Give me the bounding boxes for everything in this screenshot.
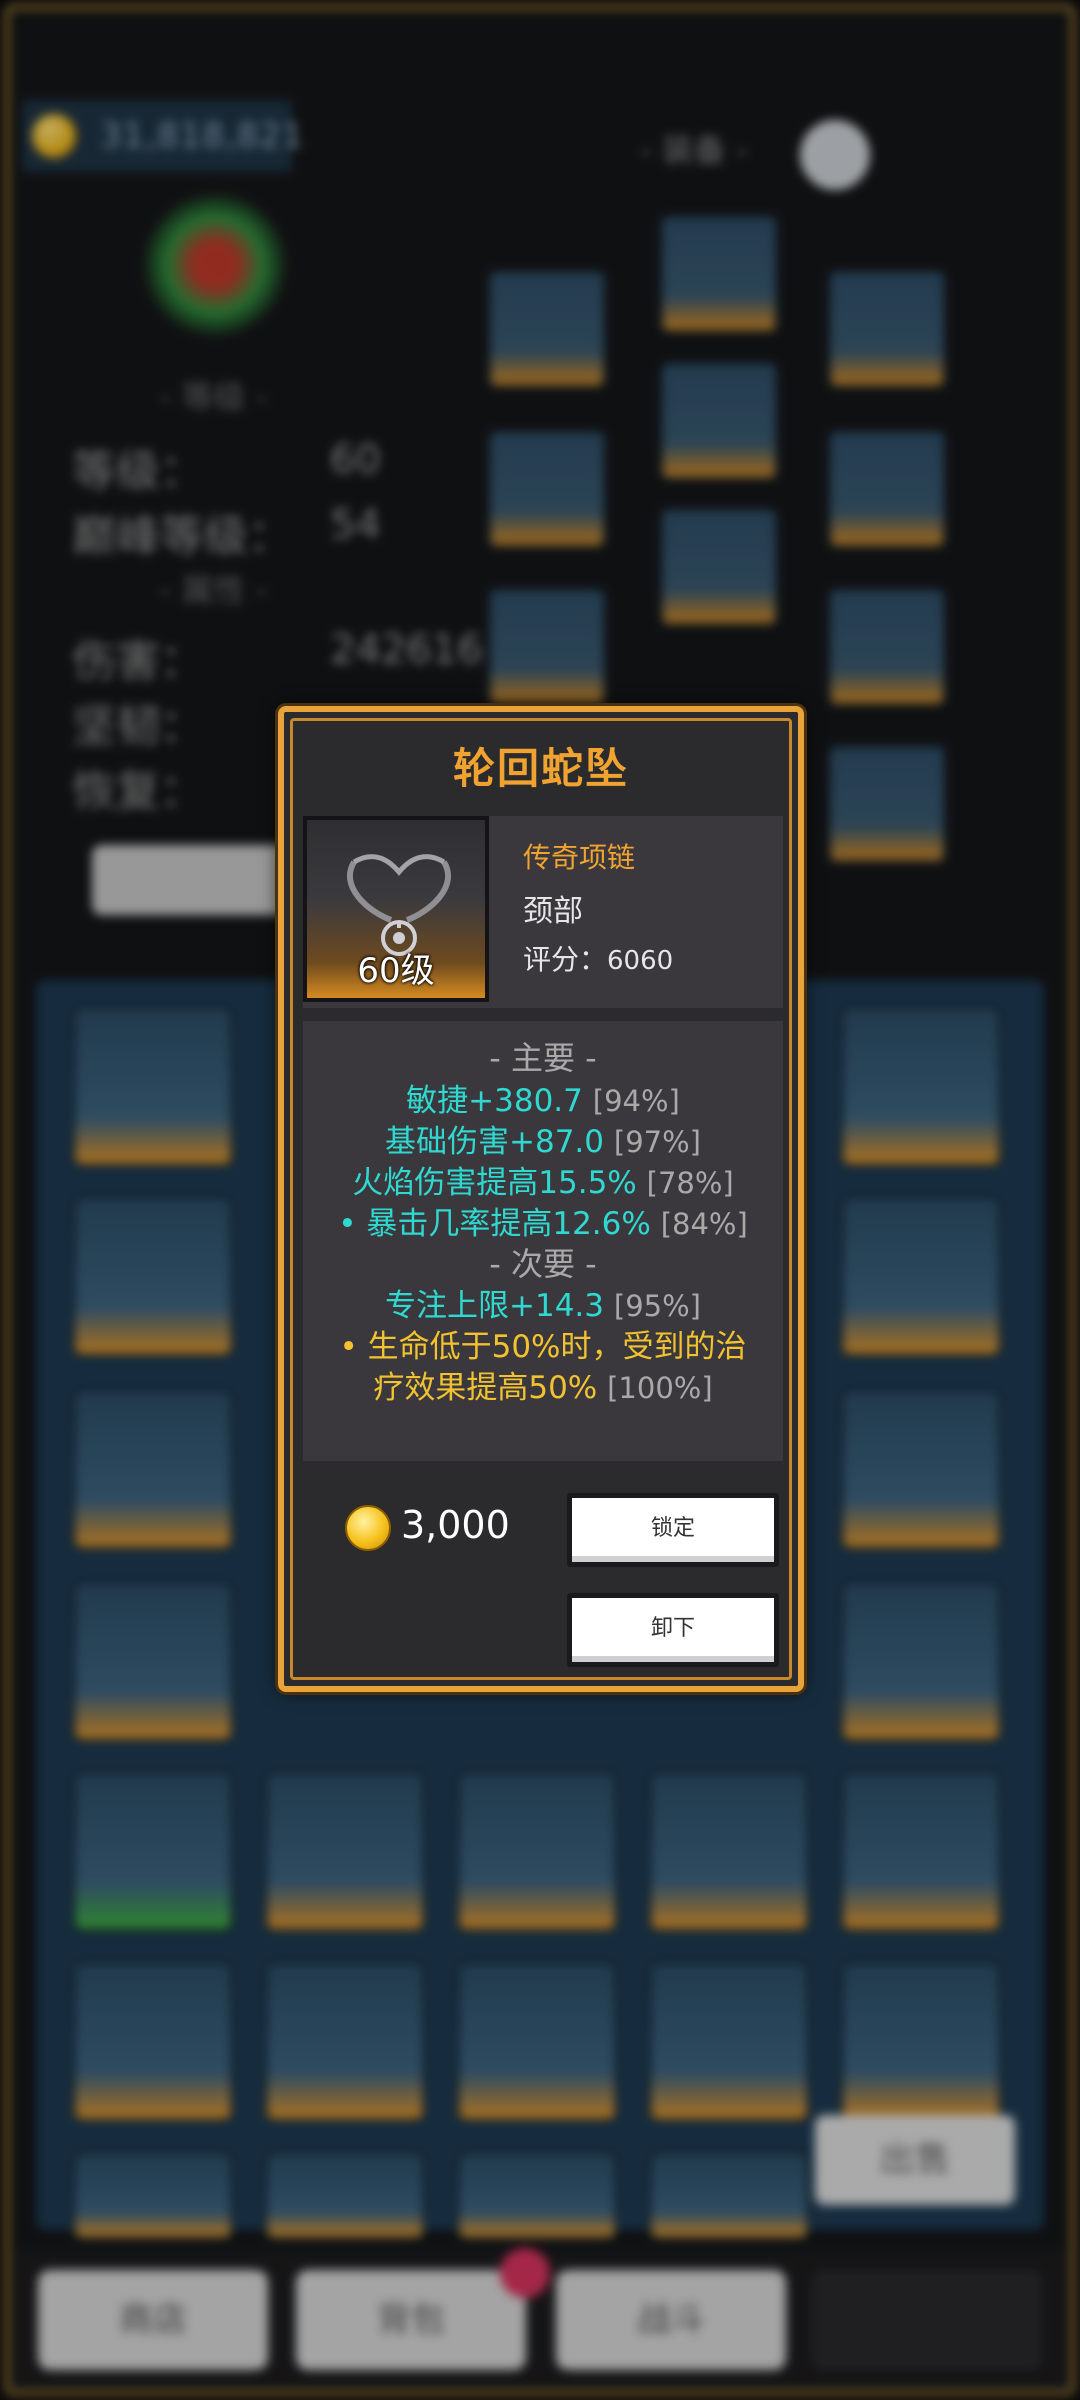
lock-button[interactable]: 锁定 <box>567 1493 779 1567</box>
primary-stat-crit-chance: • 暴击几率提高12.6% [84%] <box>303 1198 783 1243</box>
item-score: 评分：6060 <box>523 938 673 978</box>
stat-text: 疗效果提高50% <box>373 1370 598 1406</box>
stat-roll: [100%] <box>607 1371 713 1405</box>
secondary-stat-heal-line2: 疗效果提高50% [100%] <box>303 1362 783 1407</box>
item-stats: - 主要 - 敏捷+380.7 [94%] 基础伤害+87.0 [97%] 火焰… <box>303 1021 783 1461</box>
secondary-header: - 次要 - <box>489 1245 597 1283</box>
stat-roll: [95%] <box>613 1289 701 1323</box>
score-label: 评分： <box>523 943 608 976</box>
score-value: 6060 <box>607 946 674 976</box>
popup-inner-frame: 轮回蛇坠 60级 传奇项链 颈部 评分：6060 - 主要 - 敏捷+380.7… <box>290 718 792 1680</box>
primary-stat-fire-damage: 火焰伤害提高15.5% [78%] <box>303 1157 783 1202</box>
secondary-stat-focus: 专注上限+14.3 [95%] <box>303 1280 783 1325</box>
primary-stat-base-damage: 基础伤害+87.0 [97%] <box>303 1116 783 1161</box>
stat-text: • 暴击几率提高12.6% <box>338 1206 651 1242</box>
primary-stat-agility: 敏捷+380.7 [94%] <box>303 1075 783 1120</box>
item-detail-popup: 轮回蛇坠 60级 传奇项链 颈部 评分：6060 - 主要 - 敏捷+380.7… <box>278 706 804 1692</box>
stat-text: 火焰伤害提高15.5% <box>352 1165 637 1201</box>
stat-roll: [84%] <box>660 1207 748 1241</box>
item-level: 60级 <box>357 951 435 991</box>
item-actions: 3,000 锁定 卸下 <box>303 1463 783 1675</box>
item-name: 轮回蛇坠 <box>452 744 629 793</box>
stat-roll: [97%] <box>613 1125 701 1159</box>
secondary-stat-heal-line1: • 生命低于50%时，受到的治 <box>303 1321 783 1366</box>
gold-coin-icon <box>345 1505 391 1551</box>
primary-header: - 主要 - <box>489 1039 597 1077</box>
item-icon-frame: 60级 <box>303 816 489 1002</box>
stat-text: 专注上限+14.3 <box>385 1288 605 1324</box>
item-header: 60级 传奇项链 颈部 评分：6060 <box>303 816 783 1008</box>
unequip-button[interactable]: 卸下 <box>567 1593 779 1667</box>
stat-roll: [78%] <box>646 1166 734 1200</box>
stat-text: • 生命低于50%时，受到的治 <box>339 1329 747 1365</box>
item-slot: 颈部 <box>523 894 583 929</box>
item-rarity: 传奇项链 <box>523 841 636 874</box>
stat-text: 基础伤害+87.0 <box>385 1124 605 1160</box>
stat-text: 敏捷+380.7 <box>406 1083 583 1119</box>
item-price: 3,000 <box>401 1503 510 1547</box>
stat-roll: [94%] <box>592 1084 680 1118</box>
